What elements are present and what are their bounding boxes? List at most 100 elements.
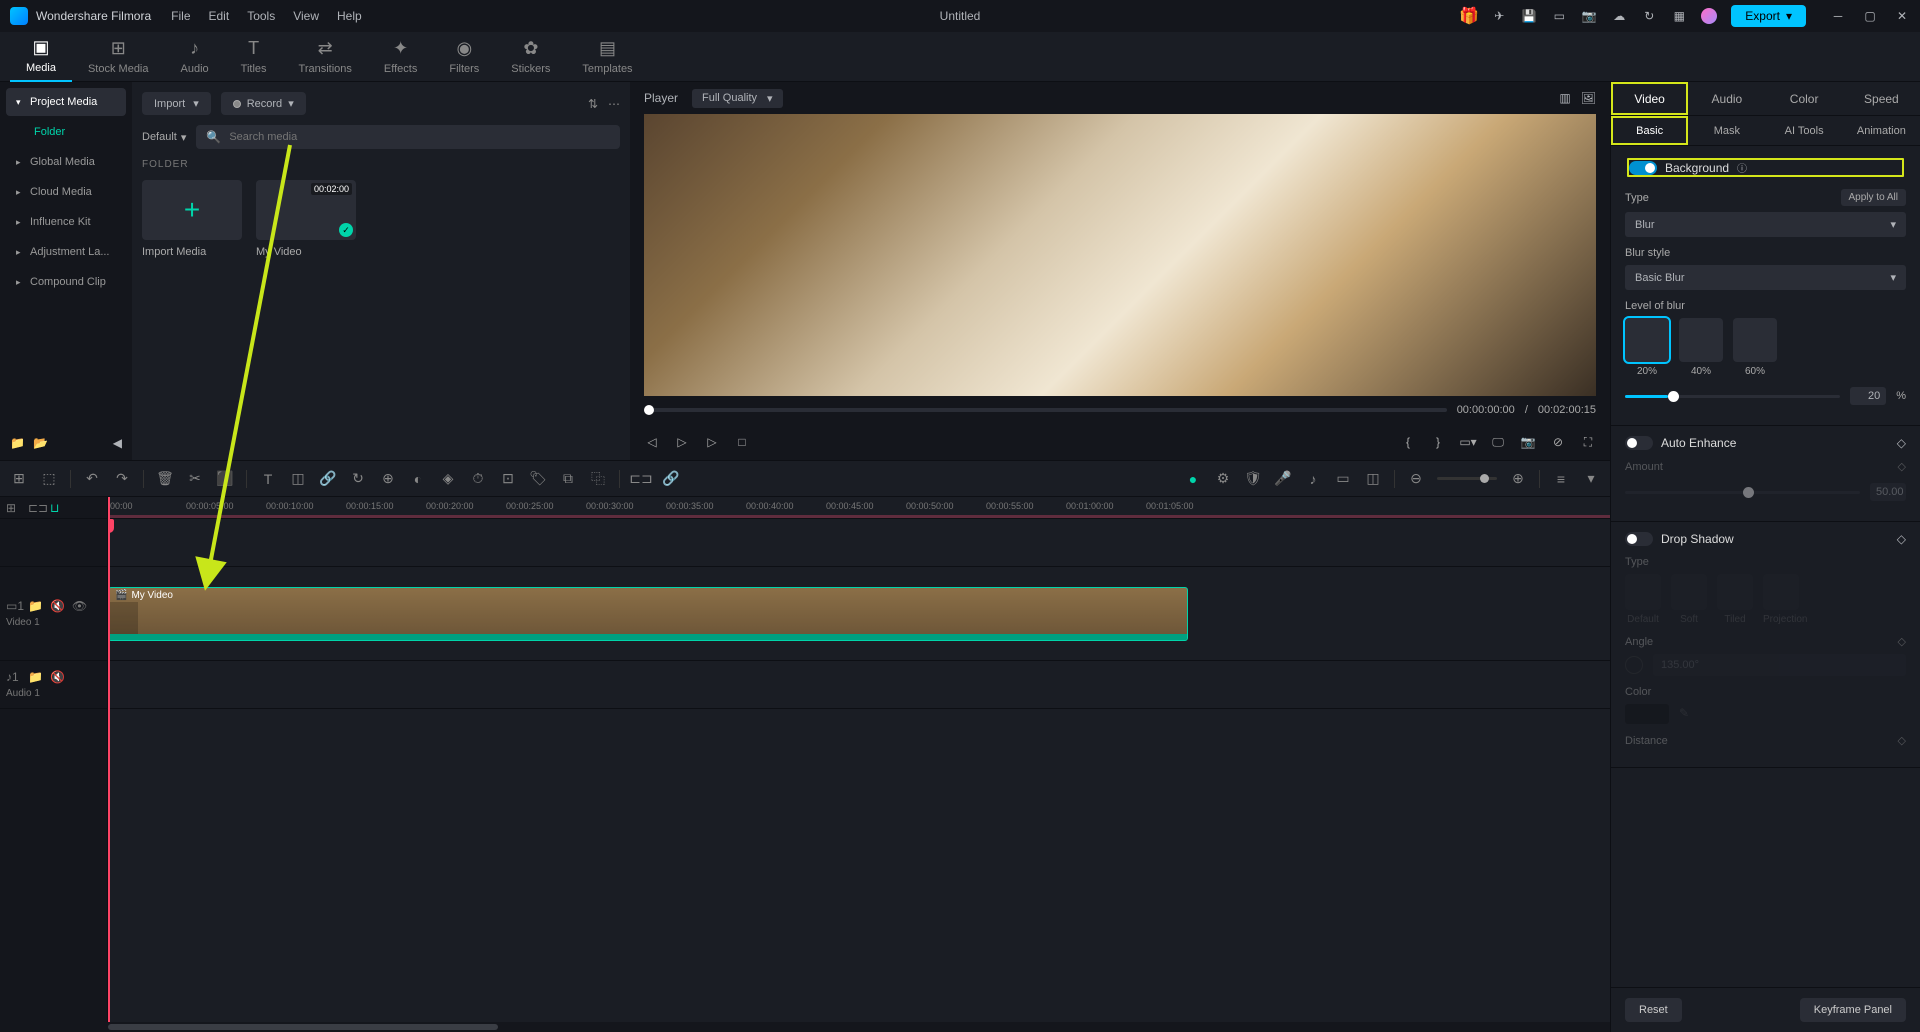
maximize-icon[interactable]: ▢ xyxy=(1862,8,1878,24)
timeline-ruler[interactable]: 00:00 00:00:05:00 00:00:10:00 00:00:15:0… xyxy=(108,497,1610,519)
blur-style-dropdown[interactable]: Basic Blur▾ xyxy=(1625,265,1906,290)
menu-tools[interactable]: Tools xyxy=(247,9,275,23)
prop-subtab-basic[interactable]: Basic xyxy=(1611,116,1688,145)
timer-icon[interactable]: ⏱ xyxy=(469,470,487,488)
background-section-header[interactable]: Background ⓘ xyxy=(1625,156,1906,179)
export-button[interactable]: Export ▾ xyxy=(1731,5,1806,27)
mic-icon[interactable]: 🎤 xyxy=(1274,470,1292,488)
cloud-icon[interactable]: ☁ xyxy=(1611,8,1627,24)
tag-icon[interactable]: 🏷 xyxy=(529,470,547,488)
info-icon[interactable]: ⓘ xyxy=(1737,160,1747,175)
keyframe-panel-button[interactable]: Keyframe Panel xyxy=(1800,998,1906,1022)
tab-media[interactable]: ▣Media xyxy=(10,32,72,82)
sidebar-folder[interactable]: Folder xyxy=(6,118,126,146)
sort-icon[interactable]: ⇅ xyxy=(588,97,598,111)
frame-icon[interactable]: ◫ xyxy=(1364,470,1382,488)
play-pause-icon[interactable]: ▷ xyxy=(674,434,690,450)
timeline-video-track[interactable]: 🎬My Video xyxy=(108,567,1610,661)
audio-track-header[interactable]: ♪1 📁 🔇 Audio 1 xyxy=(0,661,107,709)
track-link-icon[interactable]: ⊏⊐ xyxy=(28,501,42,515)
tab-stock-media[interactable]: ⊞Stock Media xyxy=(72,33,165,81)
zoom-out-icon[interactable]: ⊖ xyxy=(1407,470,1425,488)
prop-tab-video[interactable]: Video xyxy=(1611,82,1688,115)
scrollbar-thumb[interactable] xyxy=(108,1024,498,1030)
prop-subtab-mask[interactable]: Mask xyxy=(1688,116,1765,145)
search-input[interactable] xyxy=(229,131,610,143)
prop-tab-audio[interactable]: Audio xyxy=(1688,82,1765,115)
screen-icon[interactable]: ▭ xyxy=(1551,8,1567,24)
chevron-down-icon[interactable]: ▾ xyxy=(1582,470,1600,488)
tab-filters[interactable]: ◉Filters xyxy=(433,33,495,81)
import-media-tile[interactable]: + Import Media xyxy=(142,180,242,258)
search-media-box[interactable]: 🔍 xyxy=(196,125,620,149)
import-button[interactable]: Import▾ xyxy=(142,92,211,115)
player-scrubber[interactable] xyxy=(644,408,1447,412)
undo-icon[interactable]: ↶ xyxy=(83,470,101,488)
sidebar-influence-kit[interactable]: ▸Influence Kit xyxy=(6,208,126,236)
apply-to-all-button[interactable]: Apply to All xyxy=(1841,189,1906,206)
menu-view[interactable]: View xyxy=(293,9,319,23)
slider-handle[interactable] xyxy=(1668,391,1679,402)
blur-level-60[interactable]: 60% xyxy=(1733,318,1777,377)
sidebar-cloud-media[interactable]: ▸Cloud Media xyxy=(6,178,126,206)
ratio-icon[interactable]: ▭▾ xyxy=(1460,434,1476,450)
keyframe-diamond-icon[interactable]: ◇ xyxy=(1897,436,1906,450)
save-icon[interactable]: 💾 xyxy=(1521,8,1537,24)
audio-track-icon[interactable]: ♪1 xyxy=(6,670,20,684)
list-icon[interactable]: ≡ xyxy=(1552,470,1570,488)
keyframe-diamond-icon[interactable]: ◇ xyxy=(1897,532,1906,546)
user-avatar[interactable] xyxy=(1701,8,1717,24)
tab-audio[interactable]: ♪Audio xyxy=(165,33,225,81)
gear-icon[interactable]: ⚙ xyxy=(1214,470,1232,488)
close-icon[interactable]: ✕ xyxy=(1894,8,1910,24)
blur-level-20[interactable]: 20% xyxy=(1625,318,1669,377)
media-clip-item[interactable]: 00:02:00 ✓ My Video xyxy=(256,180,356,258)
prev-frame-icon[interactable]: ◁ xyxy=(644,434,660,450)
cut-icon[interactable]: ✂ xyxy=(186,470,204,488)
prop-subtab-aitools[interactable]: AI Tools xyxy=(1766,116,1843,145)
camera-icon[interactable]: 📷 xyxy=(1520,434,1536,450)
menu-edit[interactable]: Edit xyxy=(209,9,230,23)
playhead[interactable] xyxy=(108,497,110,1022)
record-button[interactable]: Record▾ xyxy=(221,92,306,115)
collapse-sidebar-icon[interactable]: ◀ xyxy=(113,436,122,450)
background-toggle[interactable] xyxy=(1629,161,1657,175)
timeline-audio-track[interactable] xyxy=(108,661,1610,709)
snapshot-icon[interactable]: 🖼 xyxy=(1581,91,1596,105)
tab-templates[interactable]: ▤Templates xyxy=(566,33,648,81)
blur-slider[interactable] xyxy=(1625,395,1840,398)
quality-dropdown[interactable]: Full Quality▾ xyxy=(692,89,783,108)
auto-enhance-toggle[interactable] xyxy=(1625,436,1653,450)
pointer-tool-icon[interactable]: ⬚ xyxy=(40,470,58,488)
folder-icon[interactable]: 📁 xyxy=(10,436,25,450)
grid-tool-icon[interactable]: ⊞ xyxy=(10,470,28,488)
sort-default-dropdown[interactable]: Default▾ xyxy=(142,131,186,144)
mark-in-icon[interactable]: { xyxy=(1400,434,1416,450)
add-audio-icon[interactable]: 📁 xyxy=(28,670,42,684)
zoom-in-icon[interactable]: ⊕ xyxy=(1509,470,1527,488)
link2-icon[interactable]: 🔗 xyxy=(662,470,680,488)
stop-icon[interactable]: □ xyxy=(734,434,750,450)
drop-shadow-toggle[interactable] xyxy=(1625,532,1653,546)
video-preview[interactable] xyxy=(644,114,1596,396)
track-grid-icon[interactable]: ⊞ xyxy=(6,501,20,515)
timeline-spacer-track[interactable] xyxy=(108,519,1610,567)
video-track-icon[interactable]: ▭1 xyxy=(6,599,20,613)
send-icon[interactable]: ✈ xyxy=(1491,8,1507,24)
rotate-icon[interactable]: ↻ xyxy=(349,470,367,488)
add-track-icon[interactable]: 📁 xyxy=(28,599,42,613)
minimize-icon[interactable]: ─ xyxy=(1830,8,1846,24)
tab-titles[interactable]: TTitles xyxy=(225,33,283,81)
camera-icon[interactable]: 📷 xyxy=(1581,8,1597,24)
scrubber-handle[interactable] xyxy=(644,405,654,415)
compare-icon[interactable]: ▥ xyxy=(1559,91,1570,105)
magnet-icon[interactable]: ⊔ xyxy=(50,501,64,515)
quality-icon[interactable]: ⊘ xyxy=(1550,434,1566,450)
mark-out-icon[interactable]: } xyxy=(1430,434,1446,450)
mix-icon[interactable]: ▭ xyxy=(1334,470,1352,488)
crop-tool-icon[interactable]: ◫ xyxy=(289,470,307,488)
prop-tab-speed[interactable]: Speed xyxy=(1843,82,1920,115)
fullscreen-icon[interactable]: ⛶ xyxy=(1580,434,1596,450)
zoom-handle[interactable] xyxy=(1480,474,1489,483)
copy-icon[interactable]: ⿻ xyxy=(589,470,607,488)
